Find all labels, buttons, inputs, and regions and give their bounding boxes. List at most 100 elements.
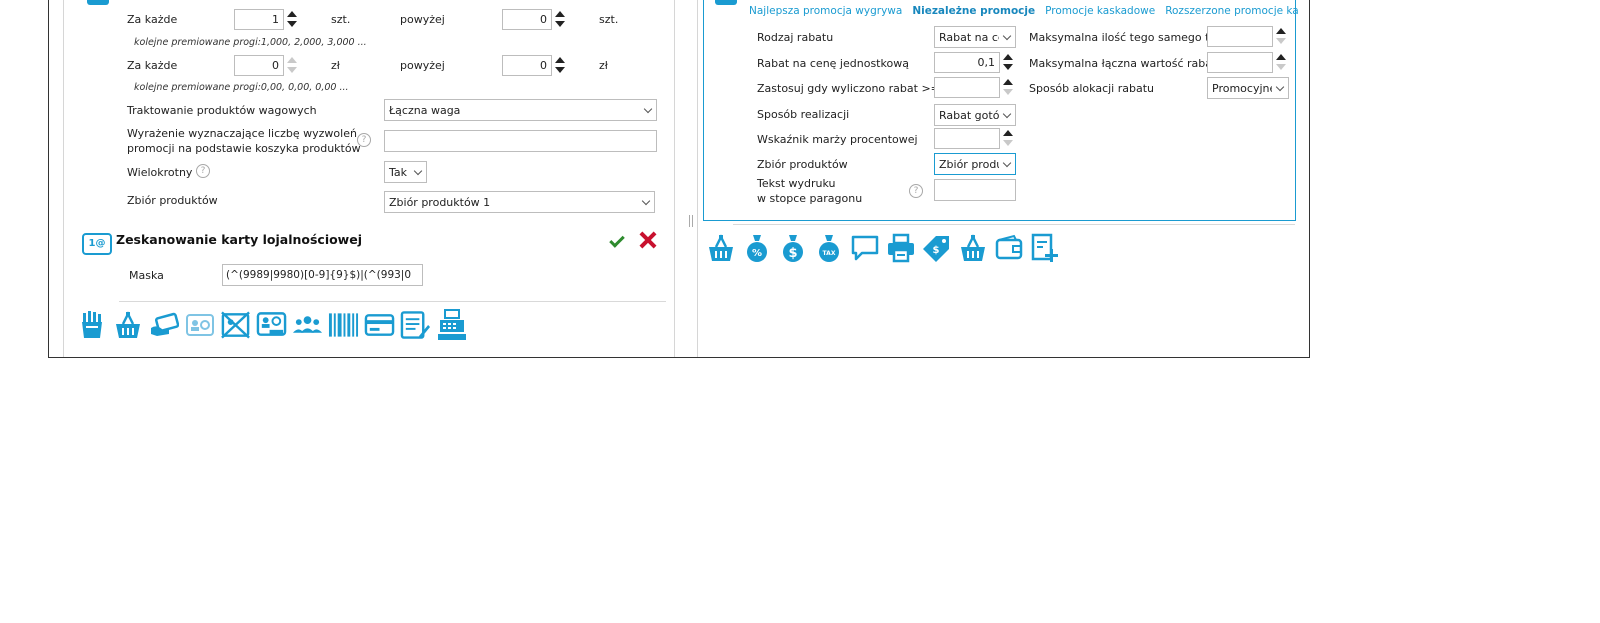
max-value-label: Maksymalna łączna wartość rabat	[1029, 57, 1217, 70]
realization-value: Rabat gotó	[939, 109, 1000, 122]
group-icon[interactable]	[292, 309, 323, 340]
message-icon[interactable]	[849, 232, 880, 263]
apply-when-stepper[interactable]	[1002, 77, 1014, 98]
loyalty-card-icon[interactable]	[184, 309, 215, 340]
max-value-stepper[interactable]	[1275, 52, 1287, 73]
credit-card-icon[interactable]	[364, 309, 395, 340]
qty-stepper[interactable]	[286, 9, 298, 30]
dollar-bag-icon[interactable]: $	[777, 232, 808, 263]
left-panel: Za każde 1 szt. powyżej 0 szt. kolejne p…	[49, 0, 675, 357]
above-amount-input[interactable]: 0	[502, 55, 552, 76]
unit-price-stepper[interactable]	[1002, 52, 1014, 73]
above-amount-stepper[interactable]	[554, 55, 566, 76]
help-icon[interactable]: ?	[357, 133, 371, 147]
weight-select[interactable]: Łączna waga	[384, 99, 657, 121]
multiple-label: Wielokrotny	[127, 166, 193, 179]
unit-label: szt.	[331, 13, 351, 26]
help-icon[interactable]: ?	[196, 164, 210, 178]
basket-plus-icon[interactable]	[957, 232, 988, 263]
max-value-input[interactable]	[1207, 52, 1273, 73]
max-qty-stepper[interactable]	[1275, 26, 1287, 47]
separator	[119, 301, 666, 302]
per-each-amount-input[interactable]: 0	[234, 55, 284, 76]
apply-when-input[interactable]	[934, 77, 1000, 98]
divider	[697, 0, 698, 357]
tab-independent[interactable]: Niezależne promocje	[912, 5, 1035, 17]
threshold-hint: kolejne premiowane progi:1,000, 2,000, 3…	[134, 37, 367, 48]
status-card-icon[interactable]	[256, 309, 287, 340]
edit-list-icon[interactable]	[400, 309, 431, 340]
basket-icon[interactable]	[705, 232, 736, 263]
right-toolbar: % $ TAX $	[705, 232, 1060, 263]
section-title: Zeskanowanie karty lojalnościowej	[116, 232, 362, 247]
realization-select[interactable]: Rabat gotó	[934, 104, 1016, 126]
discount-type-select[interactable]: Rabat na ce	[934, 26, 1016, 48]
barcode-icon[interactable]	[328, 309, 359, 340]
cash-register-icon[interactable]	[436, 308, 467, 340]
margin-label: Wskaźnik marży procentowej	[757, 133, 918, 146]
allocation-label: Sposób alokacji rabatu	[1029, 82, 1155, 95]
margin-stepper[interactable]	[1002, 128, 1014, 149]
loyalty-card-icon: 1@	[82, 233, 112, 255]
hand-icon[interactable]	[76, 309, 107, 340]
receipt-text-label: Tekst wydruku	[757, 177, 836, 190]
allocation-select[interactable]: Promocyjne	[1207, 77, 1289, 99]
svg-text:$: $	[788, 246, 797, 261]
allocation-value: Promocyjne	[1212, 82, 1277, 95]
svg-text:$: $	[932, 245, 939, 256]
multiple-select-value: Tak	[389, 166, 408, 179]
separator	[733, 224, 1295, 225]
left-toolbar	[76, 308, 467, 340]
basket-icon[interactable]	[112, 309, 143, 340]
help-icon[interactable]: ?	[909, 184, 923, 198]
divider	[63, 0, 64, 357]
receipt-text-input[interactable]	[934, 179, 1016, 201]
per-each-qty-input[interactable]: 1	[234, 9, 284, 30]
tab-cascade[interactable]: Promocje kaskadowe	[1045, 5, 1155, 17]
above-qty-stepper[interactable]	[554, 9, 566, 30]
tax-bag-icon[interactable]: TAX	[813, 232, 844, 263]
mask-input[interactable]: (^(9989|9980)[0-9]{9}$)|(^(993|0	[222, 264, 423, 286]
receipt-text-label-2: w stopce paragonu	[757, 192, 863, 205]
product-set-label: Zbiór produktów	[757, 158, 848, 171]
unit-label: zł	[331, 59, 340, 72]
delete-icon[interactable]	[639, 231, 657, 249]
right-panel: Najlepsza promocja wygrywa Niezależne pr…	[697, 0, 1309, 357]
tab-best-promotion[interactable]: Najlepsza promocja wygrywa	[749, 5, 902, 17]
card-hand-icon[interactable]	[148, 309, 179, 340]
above-qty-input[interactable]: 0	[502, 9, 552, 30]
margin-input[interactable]	[934, 128, 1000, 149]
above-label: powyżej	[400, 59, 445, 72]
expression-input[interactable]	[384, 130, 657, 152]
threshold-hint: kolejne premiowane progi:0,00, 0,00, 0,0…	[134, 82, 349, 93]
confirm-icon[interactable]	[609, 232, 625, 248]
divider	[674, 0, 675, 357]
wallet-icon[interactable]	[993, 232, 1024, 263]
product-set-value: Zbiór produktów 1	[389, 196, 491, 209]
unit-price-discount-input[interactable]: 0,1	[934, 52, 1000, 73]
mask-label: Maska	[129, 269, 164, 282]
above-label: powyżej	[400, 13, 445, 26]
product-set-select[interactable]: Zbiór produ	[934, 153, 1016, 175]
weight-select-value: Łączna waga	[389, 104, 461, 117]
per-each-label: Za każde	[127, 59, 178, 72]
no-card-icon[interactable]	[220, 309, 251, 340]
discount-type-label: Rodzaj rabatu	[757, 31, 834, 44]
discount-type-value: Rabat na ce	[939, 31, 1005, 44]
section-icon	[87, 0, 109, 5]
multiple-select[interactable]: Tak	[384, 161, 427, 183]
max-qty-input[interactable]	[1207, 26, 1273, 47]
price-tag-icon[interactable]: $	[921, 232, 952, 263]
product-set-select[interactable]: Zbiór produktów 1	[384, 191, 655, 213]
percent-bag-icon[interactable]: %	[741, 232, 772, 263]
max-qty-label: Maksymalna ilość tego samego to	[1029, 31, 1217, 44]
unit-label: zł	[599, 59, 608, 72]
add-document-icon[interactable]	[1029, 232, 1060, 263]
amount-stepper[interactable]	[286, 55, 298, 76]
expression-label-2: promocji na podstawie koszyka produktów	[127, 142, 361, 155]
splitter-handle[interactable]	[689, 215, 693, 227]
printer-icon[interactable]	[885, 232, 916, 263]
tab-extended[interactable]: Rozszerzone promocje ka	[1165, 5, 1299, 17]
unit-label: szt.	[599, 13, 619, 26]
svg-text:TAX: TAX	[822, 250, 835, 257]
